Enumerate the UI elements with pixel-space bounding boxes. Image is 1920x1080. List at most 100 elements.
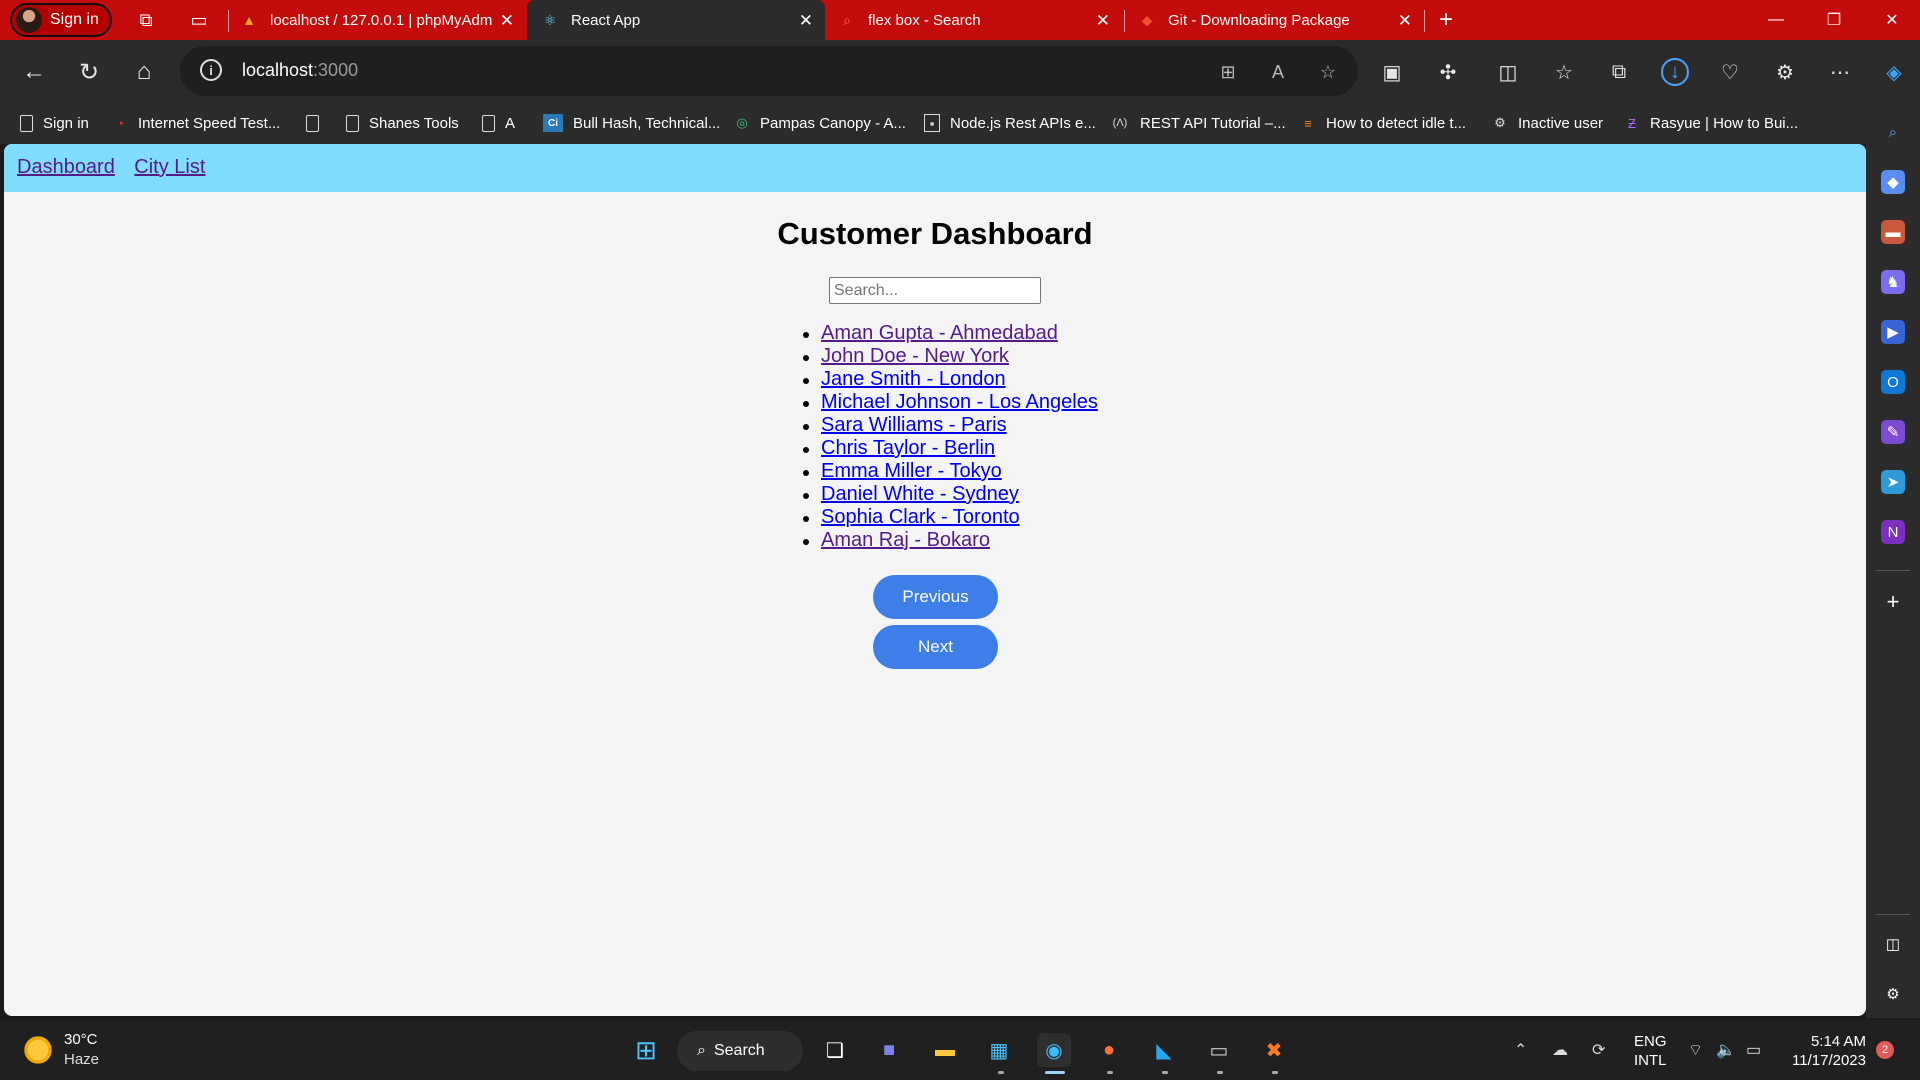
favorite-item[interactable] — [306, 112, 329, 134]
extension-icon[interactable]: ▣ — [1378, 58, 1406, 86]
close-tab-icon[interactable]: ✕ — [799, 11, 813, 31]
designer-icon[interactable]: ✎ — [1881, 420, 1905, 444]
minimize-icon[interactable]: — — [1748, 0, 1804, 40]
list-item: Aman Raj - Bokaro — [803, 529, 1098, 552]
favorite-item[interactable]: ▪ Node.js Rest APIs e... — [924, 112, 1096, 134]
drop-icon[interactable]: ➤ — [1881, 470, 1905, 494]
games-icon[interactable]: ♞ — [1881, 270, 1905, 294]
search-icon[interactable]: ⌕ — [1881, 120, 1905, 144]
taskbar-search[interactable]: ⌕ Search — [677, 1031, 803, 1071]
customer-link[interactable]: Sophia Clark - Toronto — [821, 506, 1020, 528]
tab-flexbox-search[interactable]: ⌕ flex box - Search ✕ — [838, 0, 1122, 40]
tab-phpmyadmin[interactable]: ▲ localhost / 127.0.0.1 | phpMyAdmin ✕ — [240, 0, 526, 40]
search-input[interactable] — [829, 277, 1041, 304]
show-hidden-icons[interactable]: ⌃ — [1514, 1040, 1527, 1060]
favorite-item[interactable]: Ci Bull Hash, Technical... — [543, 112, 720, 134]
favorites-bar: Sign in ◔ Internet Speed Test... Shanes T… — [0, 102, 1880, 144]
app-available-icon[interactable]: ⊞ — [1216, 60, 1240, 84]
shopping-icon[interactable]: ◆ — [1881, 170, 1905, 194]
tab-git-download[interactable]: ◆ Git - Downloading Package ✕ — [1138, 0, 1424, 40]
customer-link[interactable]: John Doe - New York — [821, 345, 1009, 367]
teams-icon[interactable]: ■ — [872, 1033, 906, 1067]
nav-link-dashboard[interactable]: Dashboard — [17, 156, 115, 178]
customer-link[interactable]: Chris Taylor - Berlin — [821, 437, 995, 459]
customer-link[interactable]: Aman Gupta - Ahmedabad — [821, 322, 1058, 344]
onedrive-icon[interactable]: ☁ — [1552, 1040, 1568, 1060]
more-menu-icon[interactable]: ⋯ — [1826, 58, 1854, 86]
hide-sidebar-icon[interactable]: ◫ — [1881, 932, 1905, 956]
customer-link[interactable]: Michael Johnson - Los Angeles — [821, 391, 1098, 413]
customer-link[interactable]: Aman Raj - Bokaro — [821, 529, 990, 551]
back-icon[interactable]: ← — [20, 58, 48, 86]
weather-condition[interactable]: Haze — [64, 1051, 99, 1068]
weather-icon[interactable] — [22, 1034, 54, 1066]
address-url[interactable]: localhost:3000 — [242, 60, 358, 81]
browser-essentials-icon[interactable]: ♡ — [1716, 58, 1744, 86]
edge-icon[interactable]: ◉ — [1037, 1033, 1071, 1067]
favorite-item[interactable]: Sign in — [20, 112, 89, 134]
start-icon[interactable]: ⊞ — [629, 1033, 663, 1067]
favorite-item[interactable]: Shanes Tools — [346, 112, 459, 134]
microsoft-365-icon[interactable]: ▶ — [1881, 320, 1905, 344]
performance-icon[interactable]: ⚙ — [1771, 58, 1799, 86]
close-tab-icon[interactable]: ✕ — [500, 11, 514, 31]
favorite-item[interactable]: ◔ Internet Speed Test... — [112, 112, 280, 134]
api-icon: (Λ) — [1112, 117, 1128, 129]
xampp-icon[interactable]: ✖ — [1257, 1033, 1291, 1067]
sync-icon[interactable]: ⟳ — [1592, 1040, 1605, 1060]
workspaces-icon[interactable]: ⧉ — [134, 8, 158, 32]
terminal-icon[interactable]: ▭ — [1202, 1033, 1236, 1067]
wifi-icon[interactable]: ⌔ — [1688, 1040, 1703, 1060]
extensions-icon[interactable]: ✣ — [1434, 58, 1462, 86]
collections-icon[interactable]: ⧉ — [1605, 58, 1633, 86]
close-tab-icon[interactable]: ✕ — [1096, 11, 1110, 31]
firefox-icon[interactable]: ● — [1092, 1033, 1126, 1067]
favorite-item[interactable]: A — [482, 112, 515, 134]
vscode-icon[interactable]: ◣ — [1147, 1033, 1181, 1067]
language-indicator[interactable]: ENG INTL — [1634, 1032, 1667, 1070]
customer-link[interactable]: Daniel White - Sydney — [821, 483, 1019, 505]
favorite-item[interactable]: ⚙ Inactive user — [1492, 112, 1603, 134]
close-window-icon[interactable]: ✕ — [1864, 0, 1920, 40]
close-tab-icon[interactable]: ✕ — [1398, 11, 1412, 31]
clock[interactable]: 5:14 AM 11/17/2023 — [1786, 1032, 1866, 1070]
add-icon[interactable]: + — [1881, 589, 1905, 614]
previous-button[interactable]: Previous — [873, 575, 998, 619]
weather-temperature[interactable]: 30°C — [64, 1031, 98, 1048]
favorite-item[interactable]: ◎ Pampas Canopy - A... — [734, 112, 906, 134]
battery-icon[interactable]: ▭ — [1746, 1040, 1761, 1060]
settings-icon[interactable]: ⚙ — [1881, 982, 1905, 1006]
favorites-icon[interactable]: ☆ — [1550, 58, 1578, 86]
address-bar[interactable]: i localhost:3000 ⊞ A ☆ — [180, 46, 1358, 96]
restore-icon[interactable]: ❐ — [1806, 0, 1862, 40]
favorite-item[interactable]: Ƶ Rasyue | How to Bui... — [1624, 112, 1798, 134]
tab-actions-icon[interactable]: ▭ — [187, 8, 211, 32]
customer-link[interactable]: Sara Williams - Paris — [821, 414, 1007, 436]
profile-button[interactable]: Sign in — [10, 3, 112, 37]
tab-react-app[interactable]: ⚛ React App ✕ — [527, 0, 825, 40]
task-view-icon[interactable]: ❑ — [818, 1033, 852, 1067]
tools-icon[interactable]: ▬ — [1881, 220, 1905, 244]
read-aloud-icon[interactable]: A — [1266, 60, 1290, 84]
copilot-icon[interactable]: ◈ — [1880, 58, 1908, 86]
next-button[interactable]: Next — [873, 625, 998, 669]
customer-link[interactable]: Jane Smith - London — [821, 368, 1006, 390]
onenote-icon[interactable]: N — [1881, 520, 1905, 544]
site-info-icon[interactable]: i — [200, 59, 222, 81]
notification-badge[interactable]: 2 — [1876, 1041, 1894, 1059]
home-icon[interactable]: ⌂ — [130, 58, 158, 86]
volume-icon[interactable]: 🔈 — [1716, 1040, 1736, 1060]
outlook-icon[interactable]: O — [1881, 370, 1905, 394]
customer-link[interactable]: Emma Miller - Tokyo — [821, 460, 1002, 482]
nav-link-city-list[interactable]: City List — [134, 156, 205, 178]
downloads-icon[interactable]: ↓ — [1661, 58, 1689, 86]
refresh-icon[interactable]: ↻ — [75, 58, 103, 86]
favorite-item[interactable]: ≡ How to detect idle t... — [1300, 112, 1466, 134]
favorite-star-icon[interactable]: ☆ — [1316, 60, 1340, 84]
taskbar: 30°C Haze ⊞ ⌕ Search ❑ ■ ▬ ▦ ◉ ● ◣ ▭ ✖ ⌃ … — [0, 1020, 1920, 1080]
store-icon[interactable]: ▦ — [982, 1033, 1016, 1067]
file-explorer-icon[interactable]: ▬ — [928, 1033, 962, 1067]
favorite-item[interactable]: (Λ) REST API Tutorial –... — [1110, 112, 1286, 134]
split-screen-icon[interactable]: ◫ — [1494, 58, 1522, 86]
new-tab-icon[interactable]: + — [1434, 6, 1458, 33]
